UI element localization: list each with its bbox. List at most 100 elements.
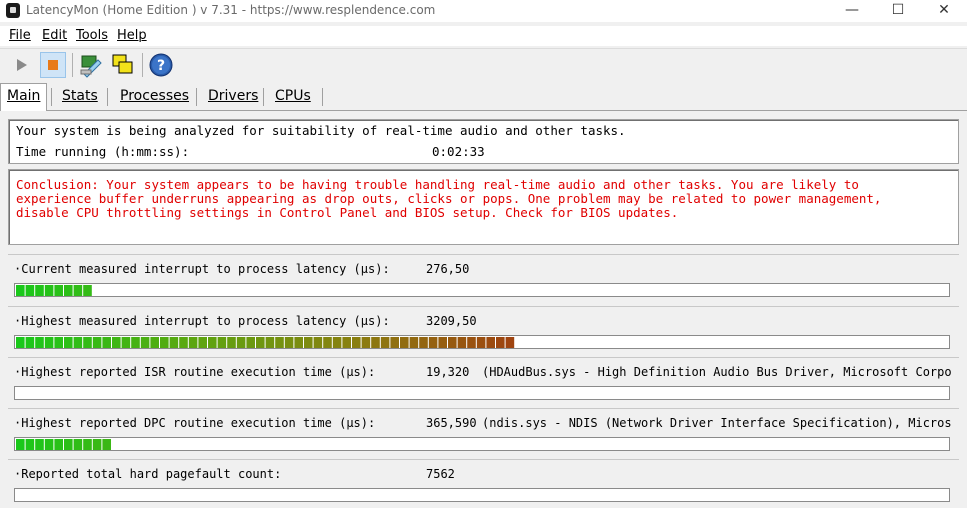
- tab-drivers[interactable]: Drivers: [202, 84, 264, 108]
- latency-bar-segment: [44, 337, 54, 348]
- time-running-value: 0:02:33: [432, 144, 485, 159]
- close-button[interactable]: ✕: [921, 0, 967, 22]
- tab-separator: [107, 88, 108, 106]
- latency-bar-segment: [323, 337, 332, 348]
- latency-bar-segment: [16, 337, 25, 348]
- app-icon: [6, 3, 20, 18]
- analysis-status: Your system is being analyzed for suitab…: [16, 123, 626, 138]
- latency-bar: [14, 488, 950, 502]
- latency-bar-segment: [16, 439, 25, 450]
- latency-bar: [14, 437, 950, 451]
- conclusion-line-3: disable CPU throttling settings in Contr…: [16, 205, 679, 220]
- toolbar-separator: [142, 53, 143, 77]
- latency-bar-segment: [54, 439, 63, 450]
- windows-icon[interactable]: [110, 52, 136, 78]
- latency-bar-segment: [179, 337, 188, 348]
- latency-bar-segment: [54, 337, 63, 348]
- latency-bar-segment: [112, 337, 121, 348]
- tab-strip: Main Stats Processes Drivers CPUs: [0, 80, 967, 111]
- metric-label: ·Highest reported DPC routine execution …: [14, 416, 376, 430]
- metric-value: 7562: [426, 467, 455, 481]
- play-icon[interactable]: [9, 52, 35, 78]
- latency-bar-segment: [236, 337, 246, 348]
- latency-bar-segment: [438, 337, 447, 348]
- latency-bar-segment: [505, 337, 515, 348]
- latency-bar-segment: [44, 439, 54, 450]
- latency-bar-segment: [294, 337, 303, 348]
- tab-processes[interactable]: Processes: [114, 84, 195, 108]
- metric-row-current-latency: ·Current measured interrupt to process l…: [8, 254, 959, 303]
- maximize-button[interactable]: ☐: [875, 0, 921, 22]
- metric-value: 365,590: [426, 416, 477, 430]
- tab-separator: [51, 88, 52, 106]
- latency-bar-segment: [83, 337, 92, 348]
- conclusion-line-2: experience buffer underruns appearing as…: [16, 191, 882, 206]
- latency-bar-segment: [371, 337, 380, 348]
- metric-value: 3209,50: [426, 314, 477, 328]
- latency-bar-segment: [246, 337, 255, 348]
- svg-text:?: ?: [157, 58, 165, 74]
- latency-bar-segment: [150, 337, 159, 348]
- metric-row-pagefault: ·Reported total hard pagefault count: 75…: [8, 459, 959, 508]
- conclusion-line-1: Conclusion: Your system appears to be ha…: [16, 177, 859, 192]
- latency-bar-segment: [496, 337, 505, 348]
- latency-bar-segment: [486, 337, 495, 348]
- latency-bar-segment: [332, 337, 342, 348]
- help-icon[interactable]: ?: [148, 52, 174, 78]
- latency-bar-segment: [121, 337, 131, 348]
- latency-bar-segment: [390, 337, 399, 348]
- tab-cpus[interactable]: CPUs: [269, 84, 317, 108]
- metric-value: 276,50: [426, 262, 470, 276]
- tab-main[interactable]: Main: [0, 83, 48, 111]
- latency-bar-segment: [198, 337, 207, 348]
- metric-label: ·Current measured interrupt to process l…: [14, 262, 390, 276]
- latency-bar-segment: [35, 439, 44, 450]
- stop-icon[interactable]: [40, 52, 66, 78]
- latency-bar-segment: [131, 337, 140, 348]
- latency-bar-segment: [313, 337, 323, 348]
- latency-bar: [14, 386, 950, 400]
- latency-bar-segment: [419, 337, 428, 348]
- tab-stats[interactable]: Stats: [56, 84, 104, 108]
- menu-edit[interactable]: Edit: [42, 28, 67, 43]
- time-running-label: Time running (h:mm:ss):: [16, 144, 190, 159]
- monitor-icon[interactable]: [78, 52, 104, 78]
- latency-bar-segment: [352, 337, 361, 348]
- menu-help[interactable]: Help: [117, 28, 147, 43]
- latency-bar-segment: [25, 439, 35, 450]
- latency-bar-segment: [64, 337, 73, 348]
- latency-bar-segment: [140, 337, 150, 348]
- metric-row-isr: ·Highest reported ISR routine execution …: [8, 357, 959, 406]
- minimize-button[interactable]: —: [829, 0, 875, 22]
- latency-bar-segment: [25, 285, 35, 296]
- latency-bar-segment: [361, 337, 371, 348]
- latency-bar-segment: [217, 337, 227, 348]
- latency-bar-segment: [169, 337, 179, 348]
- latency-bar: [14, 335, 950, 349]
- latency-bar-segment: [188, 337, 198, 348]
- latency-bar-segment: [73, 285, 83, 296]
- latency-bar-segment: [83, 439, 92, 450]
- latency-bar-segment: [476, 337, 486, 348]
- metric-value: 19,320: [426, 365, 470, 379]
- latency-bar-segment: [35, 285, 44, 296]
- latency-bar-segment: [467, 337, 476, 348]
- latency-bar-segment: [448, 337, 457, 348]
- latency-bar-segment: [73, 337, 83, 348]
- latency-bar-segment: [265, 337, 275, 348]
- latency-bar-segment: [35, 337, 44, 348]
- latency-bar-segment: [227, 337, 236, 348]
- latency-bar-segment: [16, 285, 25, 296]
- latency-bar-segment: [92, 439, 102, 450]
- latency-bar-segment: [428, 337, 438, 348]
- latency-bar-segment: [380, 337, 390, 348]
- latency-bar-segment: [400, 337, 409, 348]
- menu-file[interactable]: File: [9, 28, 31, 43]
- toolbar: ?: [0, 48, 967, 80]
- latency-bar-segment: [102, 337, 111, 348]
- metric-label: ·Highest measured interrupt to process l…: [14, 314, 390, 328]
- menu-tools[interactable]: Tools: [76, 28, 108, 43]
- tab-separator: [322, 88, 323, 106]
- toolbar-separator: [72, 53, 73, 77]
- metric-description: (HDAudBus.sys - High Definition Audio Bu…: [482, 365, 952, 379]
